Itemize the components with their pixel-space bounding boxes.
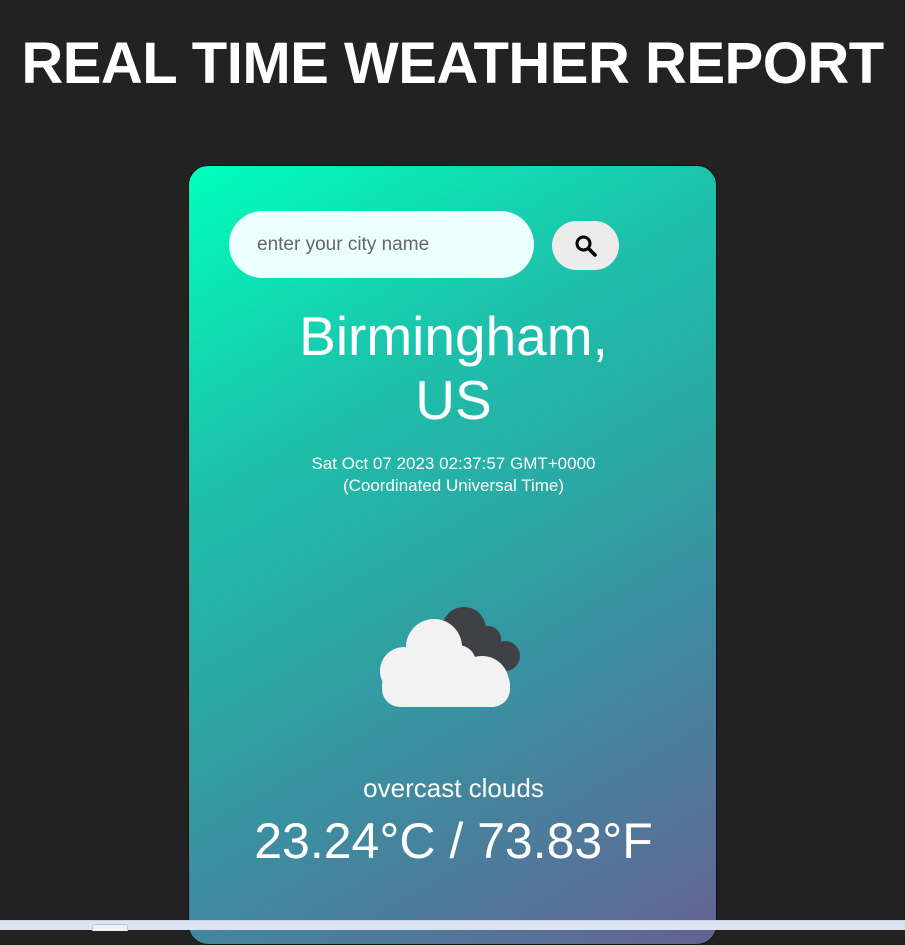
overcast-clouds-icon — [374, 603, 534, 710]
search-icon — [574, 234, 598, 258]
weather-card: Birmingham, US Sat Oct 07 2023 02:37:57 … — [188, 165, 717, 945]
city-search-input[interactable] — [229, 211, 534, 278]
city-name: Birmingham, US — [189, 304, 718, 432]
city-name-line: Birmingham, — [299, 305, 608, 367]
taskbar — [0, 920, 905, 931]
date-time: Sat Oct 07 2023 02:37:57 GMT+0000 (Coord… — [189, 453, 718, 497]
search-button[interactable] — [552, 221, 619, 270]
country-code: US — [415, 369, 492, 431]
page-title: REAL TIME WEATHER REPORT — [21, 31, 884, 96]
weather-description: overcast clouds — [363, 773, 544, 803]
date-time-line: Sat Oct 07 2023 02:37:57 GMT+0000 — [311, 454, 596, 473]
temperature: 23.24°C / 73.83°F — [254, 813, 653, 869]
timezone-line: (Coordinated Universal Time) — [342, 476, 565, 495]
